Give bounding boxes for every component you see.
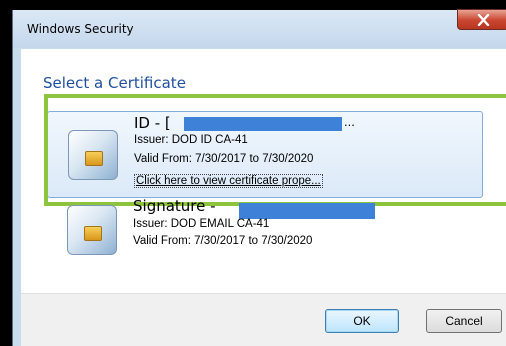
certificate-issuer: Issuer: DOD ID CA-41: [134, 134, 248, 146]
certificate-validity: Valid From: 7/30/2017 to 7/30/2020: [133, 235, 313, 247]
close-button[interactable]: [457, 9, 506, 30]
smart-card-icon: [68, 130, 118, 180]
close-icon: [477, 14, 490, 26]
dialog-footer: OK Cancel: [21, 293, 506, 346]
chip-icon: [84, 226, 102, 241]
redacted-name-block: [184, 117, 342, 131]
cancel-button[interactable]: Cancel: [426, 309, 502, 333]
certificate-item-id[interactable]: ID - [ ... Issuer: DOD ID CA-41 Valid Fr…: [47, 111, 483, 198]
dialog-heading: Select a Certificate: [43, 74, 186, 92]
title-bar[interactable]: Windows Security: [13, 9, 506, 48]
certificate-name: ID - [: [134, 114, 171, 132]
ok-button[interactable]: OK: [325, 309, 399, 333]
chip-icon: [85, 151, 103, 166]
certificate-list-panel: Select a Certificate ID - [ ... Issuer: …: [21, 49, 506, 293]
windows-security-dialog: Windows Security Select a Certificate ID…: [12, 9, 506, 346]
certificate-validity: Valid From: 7/30/2017 to 7/30/2020: [134, 153, 314, 165]
smart-card-icon: [67, 205, 117, 255]
view-certificate-properties-link[interactable]: Click here to view certificate prope...: [134, 174, 323, 188]
certificate-issuer: Issuer: DOD EMAIL CA-41: [133, 218, 270, 230]
window-title: Windows Security: [27, 22, 134, 36]
certificate-name-ellipsis: ...: [344, 114, 355, 129]
redacted-name-block: [239, 203, 375, 219]
certificate-name: Signature -: [133, 197, 216, 215]
certificate-item-signature[interactable]: Signature - Issuer: DOD EMAIL CA-41 Vali…: [47, 197, 483, 279]
